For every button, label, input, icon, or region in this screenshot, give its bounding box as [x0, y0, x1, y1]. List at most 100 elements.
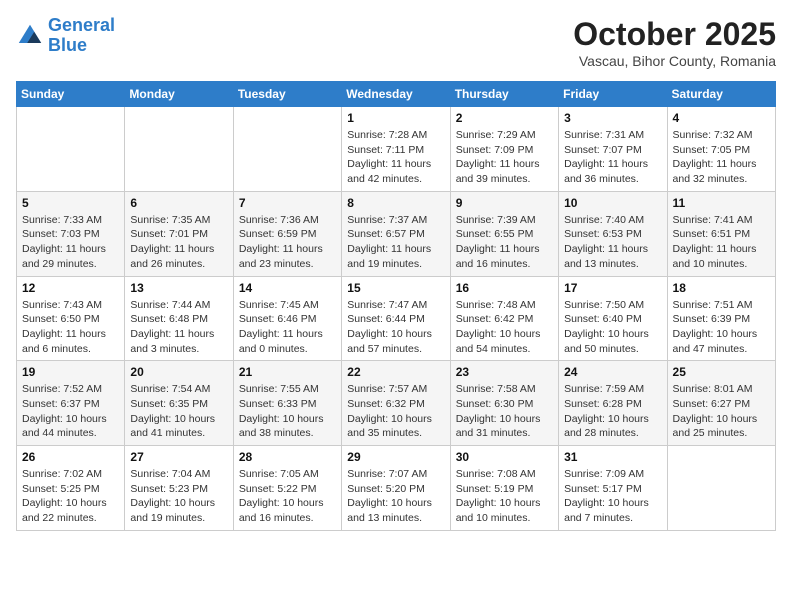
- day-info: Sunrise: 7:02 AM Sunset: 5:25 PM Dayligh…: [22, 467, 119, 526]
- day-number: 5: [22, 196, 119, 210]
- col-wednesday: Wednesday: [342, 82, 450, 107]
- calendar-cell: [233, 107, 341, 192]
- day-info: Sunrise: 7:54 AM Sunset: 6:35 PM Dayligh…: [130, 382, 227, 441]
- calendar-cell: 15 Sunrise: 7:47 AM Sunset: 6:44 PM Dayli…: [342, 276, 450, 361]
- calendar-cell: 29 Sunrise: 7:07 AM Sunset: 5:20 PM Dayli…: [342, 446, 450, 531]
- day-number: 29: [347, 450, 444, 464]
- calendar-table: Sunday Monday Tuesday Wednesday Thursday…: [16, 81, 776, 531]
- day-number: 1: [347, 111, 444, 125]
- day-number: 8: [347, 196, 444, 210]
- day-info: Sunrise: 7:41 AM Sunset: 6:51 PM Dayligh…: [673, 213, 770, 272]
- calendar-cell: 21 Sunrise: 7:55 AM Sunset: 6:33 PM Dayli…: [233, 361, 341, 446]
- calendar-cell: 5 Sunrise: 7:33 AM Sunset: 7:03 PM Daylig…: [17, 191, 125, 276]
- day-info: Sunrise: 7:55 AM Sunset: 6:33 PM Dayligh…: [239, 382, 336, 441]
- logo-text: General Blue: [48, 16, 115, 56]
- calendar-cell: 16 Sunrise: 7:48 AM Sunset: 6:42 PM Dayli…: [450, 276, 558, 361]
- calendar-week-3: 12Sunrise: 7:43 AM Sunset: 6:50 PM Dayli…: [17, 276, 776, 361]
- day-info: Sunrise: 7:48 AM Sunset: 6:42 PM Dayligh…: [456, 298, 553, 357]
- day-info: Sunrise: 7:33 AM Sunset: 7:03 PM Dayligh…: [22, 213, 119, 272]
- calendar-cell: 19Sunrise: 7:52 AM Sunset: 6:37 PM Dayli…: [17, 361, 125, 446]
- col-saturday: Saturday: [667, 82, 775, 107]
- day-info: Sunrise: 7:45 AM Sunset: 6:46 PM Dayligh…: [239, 298, 336, 357]
- day-number: 3: [564, 111, 661, 125]
- day-info: Sunrise: 7:39 AM Sunset: 6:55 PM Dayligh…: [456, 213, 553, 272]
- calendar-cell: [125, 107, 233, 192]
- calendar-cell: 24 Sunrise: 7:59 AM Sunset: 6:28 PM Dayli…: [559, 361, 667, 446]
- logo-icon: [16, 22, 44, 50]
- calendar-body: 1 Sunrise: 7:28 AM Sunset: 7:11 PM Daylig…: [17, 107, 776, 531]
- day-info: Sunrise: 7:04 AM Sunset: 5:23 PM Dayligh…: [130, 467, 227, 526]
- calendar-header: Sunday Monday Tuesday Wednesday Thursday…: [17, 82, 776, 107]
- day-number: 10: [564, 196, 661, 210]
- calendar-cell: 1 Sunrise: 7:28 AM Sunset: 7:11 PM Daylig…: [342, 107, 450, 192]
- calendar-cell: 30Sunrise: 7:08 AM Sunset: 5:19 PM Dayli…: [450, 446, 558, 531]
- logo-line1: General: [48, 15, 115, 35]
- col-friday: Friday: [559, 82, 667, 107]
- calendar-cell: 13Sunrise: 7:44 AM Sunset: 6:48 PM Dayli…: [125, 276, 233, 361]
- day-number: 7: [239, 196, 336, 210]
- calendar-cell: 7Sunrise: 7:36 AM Sunset: 6:59 PM Daylig…: [233, 191, 341, 276]
- calendar-week-5: 26 Sunrise: 7:02 AM Sunset: 5:25 PM Dayli…: [17, 446, 776, 531]
- day-number: 4: [673, 111, 770, 125]
- day-number: 20: [130, 365, 227, 379]
- calendar-week-4: 19Sunrise: 7:52 AM Sunset: 6:37 PM Dayli…: [17, 361, 776, 446]
- day-info: Sunrise: 7:35 AM Sunset: 7:01 PM Dayligh…: [130, 213, 227, 272]
- logo-line2: Blue: [48, 35, 87, 55]
- day-number: 16: [456, 281, 553, 295]
- day-number: 14: [239, 281, 336, 295]
- day-number: 18: [673, 281, 770, 295]
- calendar-cell: 10 Sunrise: 7:40 AM Sunset: 6:53 PM Dayli…: [559, 191, 667, 276]
- day-info: Sunrise: 7:57 AM Sunset: 6:32 PM Dayligh…: [347, 382, 444, 441]
- day-number: 25: [673, 365, 770, 379]
- day-number: 9: [456, 196, 553, 210]
- calendar-cell: 17Sunrise: 7:50 AM Sunset: 6:40 PM Dayli…: [559, 276, 667, 361]
- day-number: 21: [239, 365, 336, 379]
- col-tuesday: Tuesday: [233, 82, 341, 107]
- calendar-cell: 14 Sunrise: 7:45 AM Sunset: 6:46 PM Dayli…: [233, 276, 341, 361]
- day-info: Sunrise: 7:07 AM Sunset: 5:20 PM Dayligh…: [347, 467, 444, 526]
- day-number: 23: [456, 365, 553, 379]
- day-info: Sunrise: 7:40 AM Sunset: 6:53 PM Dayligh…: [564, 213, 661, 272]
- calendar-week-1: 1 Sunrise: 7:28 AM Sunset: 7:11 PM Daylig…: [17, 107, 776, 192]
- title-block: October 2025 Vascau, Bihor County, Roman…: [573, 16, 776, 69]
- day-info: Sunrise: 8:01 AM Sunset: 6:27 PM Dayligh…: [673, 382, 770, 441]
- day-info: Sunrise: 7:09 AM Sunset: 5:17 PM Dayligh…: [564, 467, 661, 526]
- calendar-cell: 28 Sunrise: 7:05 AM Sunset: 5:22 PM Dayli…: [233, 446, 341, 531]
- day-number: 15: [347, 281, 444, 295]
- day-number: 28: [239, 450, 336, 464]
- logo: General Blue: [16, 16, 115, 56]
- calendar-cell: 11Sunrise: 7:41 AM Sunset: 6:51 PM Dayli…: [667, 191, 775, 276]
- day-info: Sunrise: 7:31 AM Sunset: 7:07 PM Dayligh…: [564, 128, 661, 187]
- day-info: Sunrise: 7:52 AM Sunset: 6:37 PM Dayligh…: [22, 382, 119, 441]
- calendar-cell: 31 Sunrise: 7:09 AM Sunset: 5:17 PM Dayli…: [559, 446, 667, 531]
- col-sunday: Sunday: [17, 82, 125, 107]
- day-info: Sunrise: 7:51 AM Sunset: 6:39 PM Dayligh…: [673, 298, 770, 357]
- day-number: 31: [564, 450, 661, 464]
- day-number: 12: [22, 281, 119, 295]
- day-number: 22: [347, 365, 444, 379]
- day-number: 27: [130, 450, 227, 464]
- day-number: 17: [564, 281, 661, 295]
- calendar-cell: 23Sunrise: 7:58 AM Sunset: 6:30 PM Dayli…: [450, 361, 558, 446]
- col-monday: Monday: [125, 82, 233, 107]
- day-number: 26: [22, 450, 119, 464]
- calendar-cell: 4Sunrise: 7:32 AM Sunset: 7:05 PM Daylig…: [667, 107, 775, 192]
- day-info: Sunrise: 7:05 AM Sunset: 5:22 PM Dayligh…: [239, 467, 336, 526]
- calendar-cell: 3 Sunrise: 7:31 AM Sunset: 7:07 PM Daylig…: [559, 107, 667, 192]
- day-info: Sunrise: 7:47 AM Sunset: 6:44 PM Dayligh…: [347, 298, 444, 357]
- calendar-cell: 20 Sunrise: 7:54 AM Sunset: 6:35 PM Dayli…: [125, 361, 233, 446]
- day-number: 24: [564, 365, 661, 379]
- day-info: Sunrise: 7:59 AM Sunset: 6:28 PM Dayligh…: [564, 382, 661, 441]
- day-info: Sunrise: 7:08 AM Sunset: 5:19 PM Dayligh…: [456, 467, 553, 526]
- day-info: Sunrise: 7:29 AM Sunset: 7:09 PM Dayligh…: [456, 128, 553, 187]
- month-title: October 2025: [573, 16, 776, 53]
- calendar-week-2: 5 Sunrise: 7:33 AM Sunset: 7:03 PM Daylig…: [17, 191, 776, 276]
- calendar-cell: 8Sunrise: 7:37 AM Sunset: 6:57 PM Daylig…: [342, 191, 450, 276]
- calendar-cell: 2Sunrise: 7:29 AM Sunset: 7:09 PM Daylig…: [450, 107, 558, 192]
- calendar-cell: [667, 446, 775, 531]
- calendar-cell: 12Sunrise: 7:43 AM Sunset: 6:50 PM Dayli…: [17, 276, 125, 361]
- day-info: Sunrise: 7:44 AM Sunset: 6:48 PM Dayligh…: [130, 298, 227, 357]
- day-info: Sunrise: 7:28 AM Sunset: 7:11 PM Dayligh…: [347, 128, 444, 187]
- calendar-cell: 6 Sunrise: 7:35 AM Sunset: 7:01 PM Daylig…: [125, 191, 233, 276]
- day-number: 6: [130, 196, 227, 210]
